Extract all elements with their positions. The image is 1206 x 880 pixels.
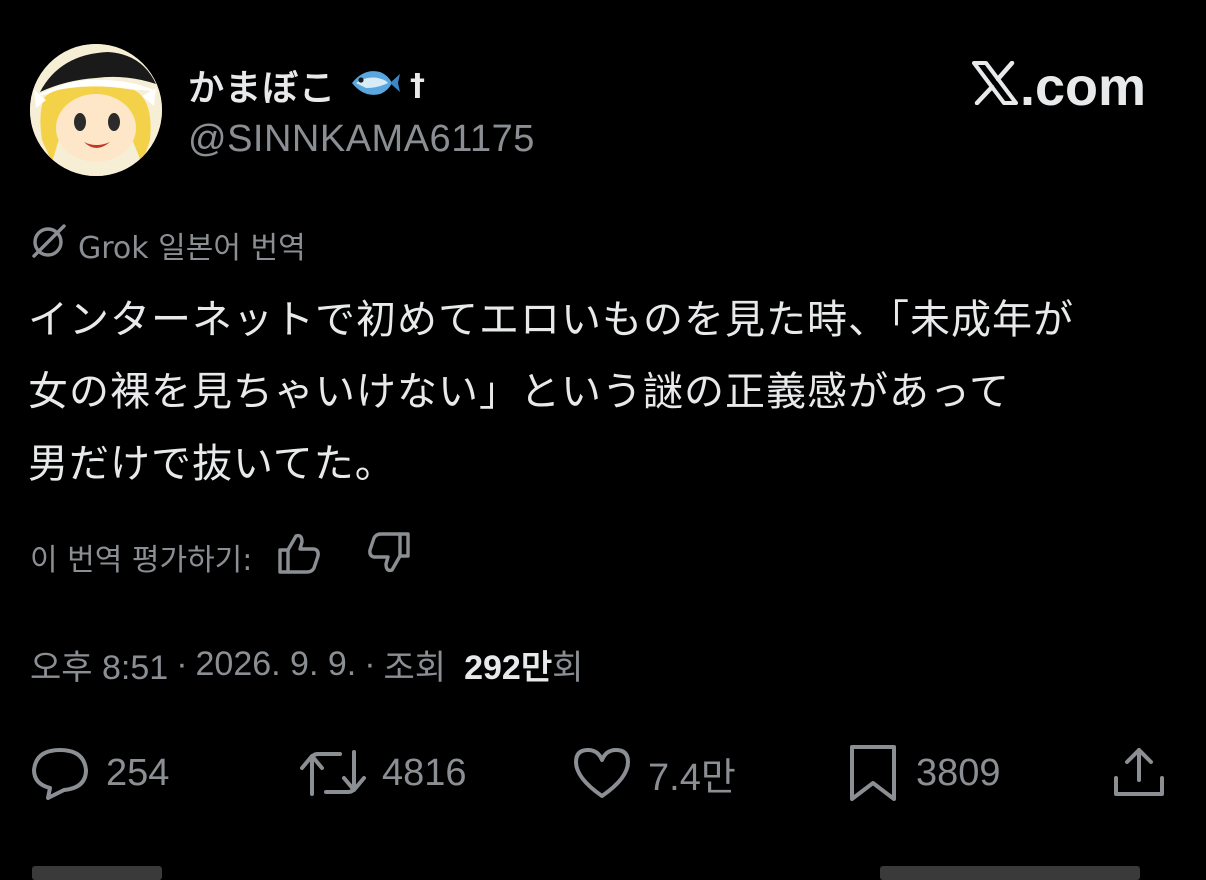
like-count: 7.4만 xyxy=(648,756,736,799)
views-count[interactable]: 292만 xyxy=(464,640,552,689)
brand-domain: .com xyxy=(1019,57,1146,117)
author-block: かまぼこ † @SINNKAMA61175 xyxy=(188,60,535,161)
views-label: 조회 xyxy=(383,649,447,687)
cut-off-row xyxy=(0,862,1206,880)
repost-count: 4816 xyxy=(382,751,467,794)
thumbs-up-icon[interactable] xyxy=(276,530,322,584)
display-name[interactable]: かまぼこ xyxy=(188,59,336,111)
share-icon xyxy=(1114,748,1164,796)
separator-dot: · xyxy=(364,645,376,683)
post-date[interactable]: 2026. 9. 9. xyxy=(196,645,357,684)
handle[interactable]: @SINNKAMA61175 xyxy=(188,118,535,161)
x-logo-icon xyxy=(971,56,1018,118)
post: かまぼこ † @SINNKAMA61175 .com Grok 일본어 번역 イ… xyxy=(0,0,1206,880)
translation-label: Grok 일본어 번역 xyxy=(30,222,306,268)
repost-button[interactable]: 4816 xyxy=(298,738,467,808)
fish-icon xyxy=(348,66,401,104)
bookmark-count: 3809 xyxy=(916,751,1001,794)
rate-label: 이 번역 평가하기: xyxy=(30,543,253,578)
reply-button[interactable]: 254 xyxy=(30,738,169,808)
thumbs-down-icon[interactable] xyxy=(366,530,412,584)
post-time[interactable]: 오후 8:51 xyxy=(30,640,168,689)
heart-icon xyxy=(574,748,630,798)
views-suffix: 회 xyxy=(552,649,584,687)
like-button[interactable]: 7.4만 xyxy=(570,738,736,808)
dagger-symbol: † xyxy=(410,67,426,103)
grok-icon xyxy=(30,222,68,268)
tweet-line: 男だけで抜いてた。 xyxy=(28,441,396,487)
tweet-line: インターネットで初めてエロいものを見た時、「未成年が xyxy=(28,297,1074,343)
translation-text: Grok 일본어 번역 xyxy=(78,231,306,266)
post-meta: 오후 8:51 · 2026. 9. 9. · 조회 292만 회 xyxy=(30,640,583,689)
reply-icon xyxy=(32,748,88,800)
bookmark-button[interactable]: 3809 xyxy=(844,738,1001,808)
reply-count: 254 xyxy=(106,751,170,794)
views-number: 292 xyxy=(464,649,521,687)
brand: .com xyxy=(971,56,1146,118)
tweet-line: 女の裸を見ちゃいけない」という謎の正義感があって xyxy=(28,369,1010,415)
tweet-text: インターネットで初めてエロいものを見た時、「未成年が 女の裸を見ちゃいけない」と… xyxy=(28,284,1188,500)
bookmark-icon xyxy=(850,745,896,801)
views-unit: 만 xyxy=(520,649,553,687)
avatar[interactable] xyxy=(30,44,162,176)
repost-icon xyxy=(300,750,366,796)
action-bar: 254 4816 7.4만 3809 xyxy=(30,738,1180,808)
name-row: かまぼこ † xyxy=(188,60,535,110)
separator-dot: · xyxy=(176,645,188,683)
rate-translation: 이 번역 평가하기: xyxy=(30,530,412,584)
share-button[interactable] xyxy=(1110,738,1182,808)
